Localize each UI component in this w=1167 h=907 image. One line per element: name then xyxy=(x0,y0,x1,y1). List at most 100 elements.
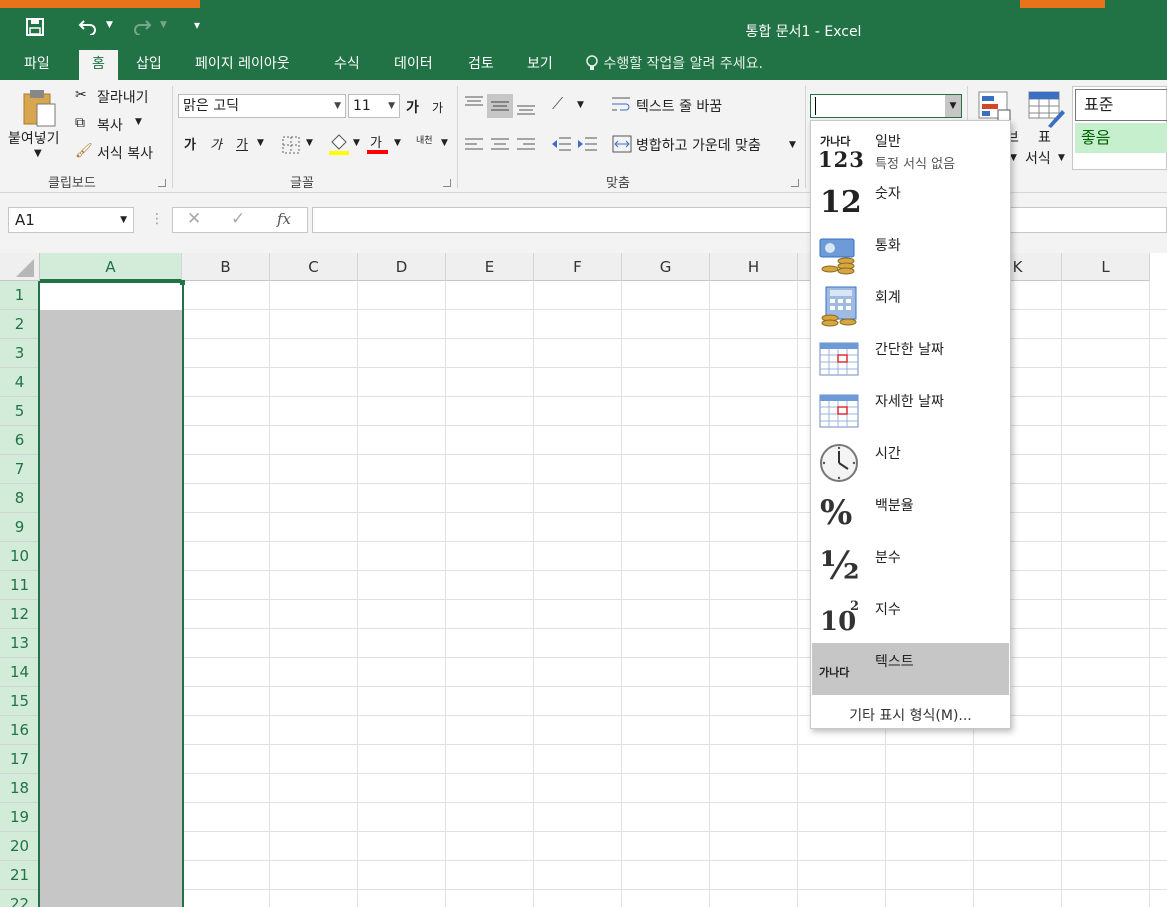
borders-icon[interactable] xyxy=(282,136,300,154)
format-fraction[interactable]: ½ 분수 xyxy=(812,539,1009,591)
merge-dropdown-icon[interactable]: ▼ xyxy=(789,140,796,150)
align-top-icon[interactable] xyxy=(465,96,483,110)
tab-view[interactable]: 보기 xyxy=(515,48,565,80)
row-header-4[interactable]: 4 xyxy=(0,368,40,397)
tell-me-box[interactable]: 수행할 작업을 알려 주세요. xyxy=(585,48,763,80)
select-all-button[interactable] xyxy=(0,253,40,281)
borders-dropdown-icon[interactable]: ▼ xyxy=(306,138,313,148)
format-as-table-dropdown-icon[interactable]: ▼ xyxy=(1058,153,1065,163)
row-header-7[interactable]: 7 xyxy=(0,455,40,484)
row-header-20[interactable]: 20 xyxy=(0,832,40,861)
row-header-3[interactable]: 3 xyxy=(0,339,40,368)
row-header-15[interactable]: 15 xyxy=(0,687,40,716)
increase-font-button[interactable]: 가 xyxy=(406,97,419,117)
copy-button[interactable]: 복사 xyxy=(97,115,123,135)
name-box[interactable]: A1 ▼ xyxy=(8,207,134,233)
font-launcher-icon[interactable] xyxy=(443,179,451,187)
active-cell-a1[interactable] xyxy=(40,281,182,310)
row-header-16[interactable]: 16 xyxy=(0,716,40,745)
alignment-launcher-icon[interactable] xyxy=(791,179,799,187)
font-color-button[interactable]: 가 xyxy=(370,132,382,151)
row-header-19[interactable]: 19 xyxy=(0,803,40,832)
row-header-10[interactable]: 10 xyxy=(0,542,40,571)
insert-function-icon[interactable]: fx xyxy=(277,210,291,228)
align-center-icon[interactable] xyxy=(491,138,509,150)
tab-insert[interactable]: 삽입 xyxy=(124,48,174,80)
align-middle-button[interactable] xyxy=(487,94,513,118)
orientation-dropdown-icon[interactable]: ▼ xyxy=(577,100,584,110)
row-header-2[interactable]: 2 xyxy=(0,310,40,339)
font-name-select[interactable]: 맑은 고딕 ▼ xyxy=(178,94,346,118)
paste-button[interactable]: 붙여넣기 xyxy=(8,128,60,148)
row-header-21[interactable]: 21 xyxy=(0,861,40,890)
tab-file[interactable]: 파일 xyxy=(12,48,62,80)
row-header-6[interactable]: 6 xyxy=(0,426,40,455)
underline-button[interactable]: 가 xyxy=(236,134,248,153)
style-normal[interactable]: 표준 xyxy=(1075,89,1167,121)
format-currency[interactable]: 통화 xyxy=(812,227,1009,279)
more-number-formats-button[interactable]: 기타 표시 형식(M)... xyxy=(811,705,1010,725)
format-percent[interactable]: % 백분율 xyxy=(812,487,1009,539)
name-box-dropdown-icon[interactable]: ▼ xyxy=(120,208,127,232)
phonetic-button[interactable]: 내천 xyxy=(416,133,433,146)
format-scientific[interactable]: 10 2 지수 xyxy=(812,591,1009,643)
cut-button[interactable]: 잘라내기 xyxy=(97,87,149,107)
paste-icon[interactable] xyxy=(22,88,58,128)
row-header-17[interactable]: 17 xyxy=(0,745,40,774)
format-general[interactable]: 가나다 123 일반 특정 서식 없음 xyxy=(812,123,1009,175)
increase-indent-icon[interactable] xyxy=(577,136,597,152)
tab-page-layout[interactable]: 페이지 레이아웃 xyxy=(183,48,302,80)
align-left-icon[interactable] xyxy=(465,138,483,150)
format-short-date[interactable]: 간단한 날짜 xyxy=(812,331,1009,383)
format-long-date[interactable]: 자세한 날짜 xyxy=(812,383,1009,435)
formula-input[interactable] xyxy=(312,207,1167,233)
fill-color-icon[interactable] xyxy=(328,132,350,156)
underline-dropdown-icon[interactable]: ▼ xyxy=(257,138,264,148)
fill-color-dropdown-icon[interactable]: ▼ xyxy=(353,138,360,148)
row-header-13[interactable]: 13 xyxy=(0,629,40,658)
format-as-table-icon[interactable] xyxy=(1028,90,1066,128)
column-header-d[interactable]: D xyxy=(358,253,446,281)
bold-button[interactable]: 가 xyxy=(184,134,196,153)
format-accounting[interactable]: 회계 xyxy=(812,279,1009,331)
format-text[interactable]: 가나다 텍스트 xyxy=(812,643,1009,695)
column-header-e[interactable]: E xyxy=(446,253,534,281)
row-header-11[interactable]: 11 xyxy=(0,571,40,600)
conditional-formatting-icon[interactable] xyxy=(978,90,1012,124)
row-header-1[interactable]: 1 xyxy=(0,281,40,310)
format-number[interactable]: 12 숫자 xyxy=(812,175,1009,227)
format-painter-button[interactable]: 서식 복사 xyxy=(97,143,153,163)
column-header-g[interactable]: G xyxy=(622,253,710,281)
style-good[interactable]: 좋음 xyxy=(1075,123,1167,153)
font-size-select[interactable]: 11 ▼ xyxy=(348,94,400,118)
column-header-c[interactable]: C xyxy=(270,253,358,281)
tab-home[interactable]: 홈 xyxy=(79,50,118,80)
format-time[interactable]: 시간 xyxy=(812,435,1009,487)
decrease-font-button[interactable]: 가 xyxy=(432,99,443,116)
fill-handle[interactable] xyxy=(180,280,185,285)
column-header-a[interactable]: A xyxy=(40,253,182,281)
row-header-5[interactable]: 5 xyxy=(0,397,40,426)
column-header-b[interactable]: B xyxy=(182,253,270,281)
tab-formulas[interactable]: 수식 xyxy=(322,48,372,80)
copy-dropdown-icon[interactable]: ▼ xyxy=(135,117,142,127)
decrease-indent-icon[interactable] xyxy=(551,136,571,152)
font-color-dropdown-icon[interactable]: ▼ xyxy=(394,138,401,148)
number-format-input[interactable]: ▼ xyxy=(810,94,962,118)
tab-data[interactable]: 데이터 xyxy=(382,48,445,80)
phonetic-dropdown-icon[interactable]: ▼ xyxy=(441,138,448,148)
column-header-h[interactable]: H xyxy=(710,253,798,281)
merge-center-button[interactable]: 병합하고 가운데 맞춤 xyxy=(636,135,761,155)
orientation-icon[interactable]: ⟋ xyxy=(552,94,563,114)
enter-icon[interactable]: ✓ xyxy=(231,209,245,229)
italic-button[interactable]: 가 xyxy=(210,134,222,153)
align-right-icon[interactable] xyxy=(517,138,535,150)
paste-dropdown-icon[interactable]: ▼ xyxy=(34,148,42,159)
row-header-22[interactable]: 22 xyxy=(0,890,40,907)
cancel-icon[interactable]: ✕ xyxy=(187,209,201,229)
row-header-12[interactable]: 12 xyxy=(0,600,40,629)
column-header-l[interactable]: L xyxy=(1062,253,1150,281)
wrap-text-button[interactable]: 텍스트 줄 바꿈 xyxy=(636,96,722,116)
align-bottom-icon[interactable] xyxy=(517,102,535,116)
row-header-9[interactable]: 9 xyxy=(0,513,40,542)
